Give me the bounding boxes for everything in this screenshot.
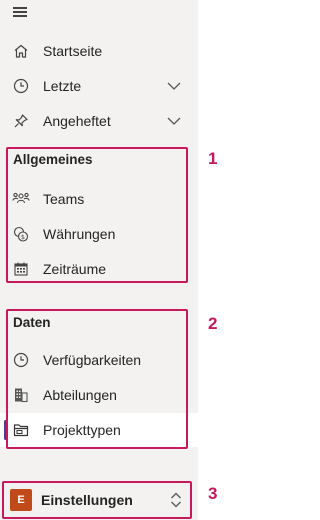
highlight-box-1 [6, 147, 188, 283]
highlight-box-2 [6, 309, 188, 449]
pin-icon [12, 112, 30, 130]
clock-icon [12, 77, 30, 95]
nav-item-label: Startseite [43, 43, 103, 59]
hamburger-menu-icon[interactable] [11, 5, 31, 19]
nav-item-home[interactable]: Startseite [0, 34, 198, 68]
annotation-marker-2: 2 [208, 314, 218, 333]
nav-item-recent[interactable]: Letzte [0, 69, 198, 103]
annotation-marker-3: 3 [208, 484, 218, 503]
nav-item-label: Letzte [43, 78, 82, 94]
nav-item-label: Angeheftet [43, 113, 111, 129]
highlight-box-3 [2, 481, 192, 519]
annotation-marker-1: 1 [208, 149, 218, 168]
home-icon [12, 42, 30, 60]
nav-item-pinned[interactable]: Angeheftet [0, 104, 198, 138]
chevron-down-icon[interactable] [166, 78, 182, 94]
chevron-down-icon[interactable] [166, 113, 182, 129]
